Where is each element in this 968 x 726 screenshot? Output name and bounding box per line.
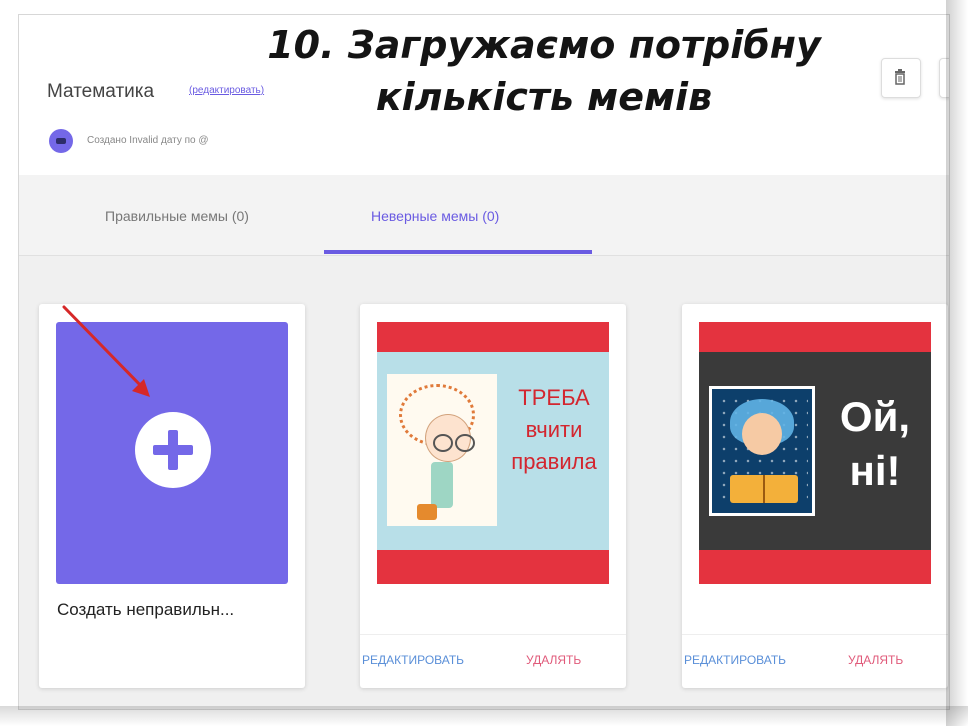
glasses-left xyxy=(433,434,453,452)
meme-1-panel: ТРЕБА вчити правила xyxy=(377,352,609,550)
reading-child-illustration xyxy=(709,386,815,516)
edit-button[interactable]: РЕДАКТИРОВАТЬ xyxy=(362,653,464,667)
meme-image-1: ТРЕБА вчити правила xyxy=(377,322,609,584)
meme-tabs: Правильные мемы (0) Неверные мемы (0) xyxy=(19,175,949,256)
kid-face xyxy=(742,413,782,455)
overlay-caption: 10. Загружаємо потрібну кількість мемів xyxy=(199,19,889,123)
plus-horizontal xyxy=(153,445,193,455)
meme-1-line-2: вчити xyxy=(525,417,583,442)
slide-frame: Математика (редактировать) Создано Inval… xyxy=(0,0,968,726)
meme-1-line-3: правила xyxy=(511,449,597,474)
meme-image-2: Ой, ні! xyxy=(699,322,931,584)
create-meme-label: Создать неправильн... xyxy=(57,600,235,619)
meme-2-line-1: Ой, xyxy=(839,393,911,440)
overlay-line-1: 10. Загружаємо потрібну xyxy=(267,23,821,67)
meme-1-caption: ТРЕБА вчити правила xyxy=(499,382,609,478)
page-title: Математика xyxy=(47,81,155,102)
arrow-icon xyxy=(62,305,150,397)
meme-2-panel: Ой, ні! xyxy=(699,352,931,550)
book xyxy=(730,475,798,503)
girl-illustration xyxy=(387,374,497,526)
edit-button[interactable]: РЕДАКТИРОВАТЬ xyxy=(684,653,786,667)
creator-info: Создано Invalid дату по @ xyxy=(87,135,209,146)
trash-icon xyxy=(895,69,905,85)
avatar xyxy=(49,129,73,153)
meme-1-actions: РЕДАКТИРОВАТЬ УДАЛЯТЬ xyxy=(360,634,626,689)
page-header: Математика (редактировать) Создано Inval… xyxy=(19,15,949,175)
meme-card-2: Ой, ні! РЕДАКТИРОВАТЬ УДАЛЯТЬ xyxy=(682,304,948,688)
bag xyxy=(417,504,437,520)
frame-shadow-bottom xyxy=(0,706,968,726)
frame-shadow-right xyxy=(946,0,968,726)
plus-icon[interactable] xyxy=(135,412,211,488)
tab-correct-memes[interactable]: Правильные мемы (0) xyxy=(105,208,249,224)
meme-2-actions: РЕДАКТИРОВАТЬ УДАЛЯТЬ xyxy=(682,634,948,689)
meme-card-1: ТРЕБА вчити правила РЕДАКТИРОВАТЬ УДАЛЯТ… xyxy=(360,304,626,688)
overlay-line-2: кількість мемів xyxy=(375,75,713,119)
tab-incorrect-memes[interactable]: Неверные мемы (0) xyxy=(371,208,499,224)
active-tab-indicator xyxy=(324,250,592,254)
meme-2-line-2: ні! xyxy=(849,447,901,494)
dress xyxy=(431,462,453,508)
meme-1-line-1: ТРЕБА xyxy=(518,385,590,410)
glasses-right xyxy=(455,434,475,452)
delete-button[interactable]: УДАЛЯТЬ xyxy=(526,653,581,667)
delete-button[interactable]: УДАЛЯТЬ xyxy=(848,653,903,667)
meme-2-caption: Ой, ні! xyxy=(819,390,931,498)
